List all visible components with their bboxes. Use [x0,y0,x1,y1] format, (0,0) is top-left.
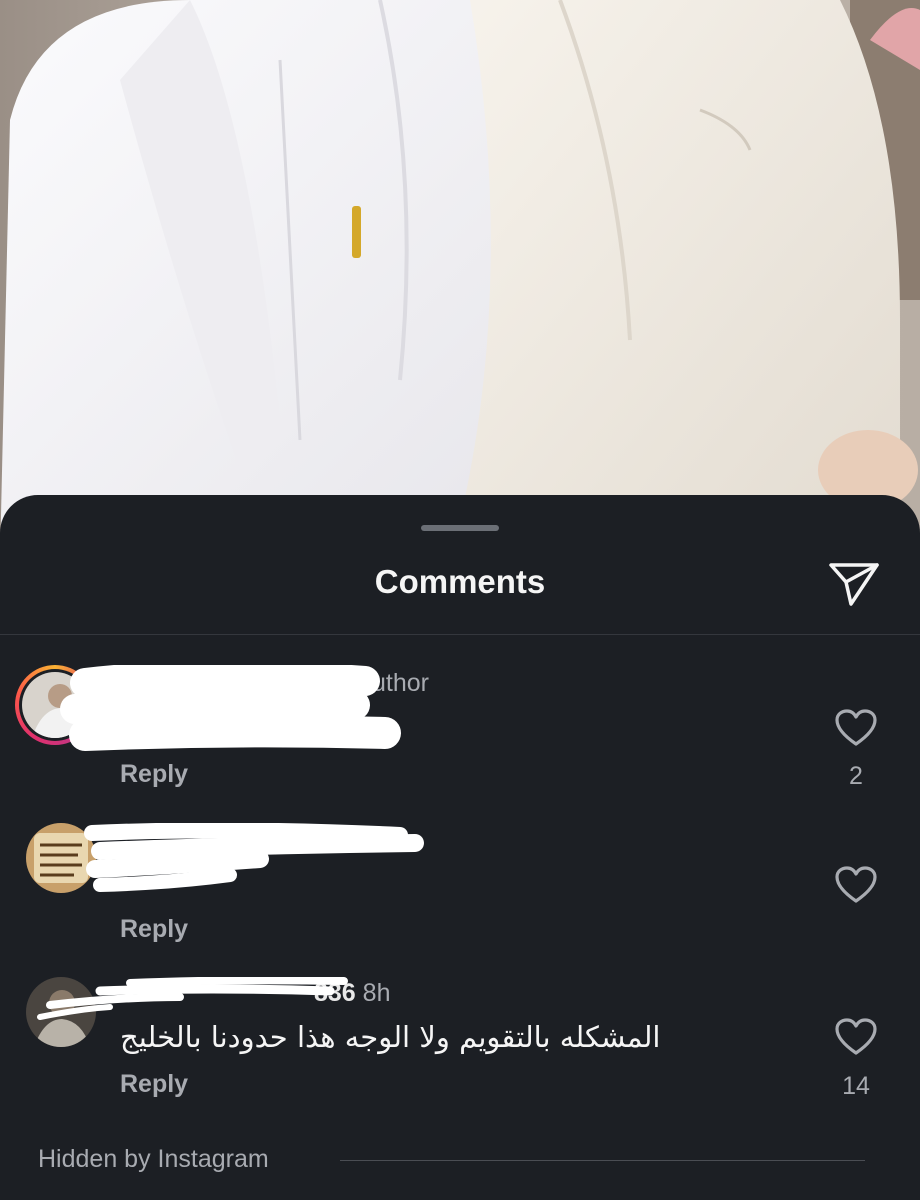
comment-text: المشكله بالتقويم ولا الوجه هذا حدودنا با… [120,1020,661,1054]
like-count: 14 [842,1072,870,1100]
hidden-comments-toggle[interactable]: Hidden by Instagram [38,1145,269,1174]
author-badge: uthor [372,669,429,697]
header-divider [0,634,920,635]
heart-icon [835,1018,877,1055]
avatar[interactable] [26,977,96,1047]
redaction-scribble [60,665,401,751]
comment-meta: 836 8h [314,979,390,1008]
like-button[interactable] [834,1017,878,1057]
share-button[interactable] [826,557,882,609]
post-photo [0,0,920,560]
sheet-grabber[interactable] [421,525,499,531]
reply-button[interactable]: Reply [120,1070,188,1099]
heart-icon [835,866,877,903]
like-button[interactable] [834,708,878,748]
avatar-story-ring[interactable] [15,665,95,745]
redaction-scribble [84,823,424,892]
sheet-title: Comments [374,563,546,600]
like-count: 2 [849,762,863,790]
comments-sheet: Comments uthor Reply 2 Reply 836 8h المش… [0,495,920,1200]
reply-button[interactable]: Reply [120,760,188,789]
send-icon [829,563,879,606]
avatar [22,672,88,738]
instagram-comments-screen: Comments uthor Reply 2 Reply 836 8h المش… [0,0,920,1200]
username[interactable]: 836 [314,979,356,1007]
heart-icon [835,709,877,746]
like-button[interactable] [834,865,878,905]
hidden-divider [340,1160,865,1161]
avatar[interactable] [26,823,96,893]
comment-time: 8h [362,979,391,1007]
reply-button[interactable]: Reply [120,915,188,944]
